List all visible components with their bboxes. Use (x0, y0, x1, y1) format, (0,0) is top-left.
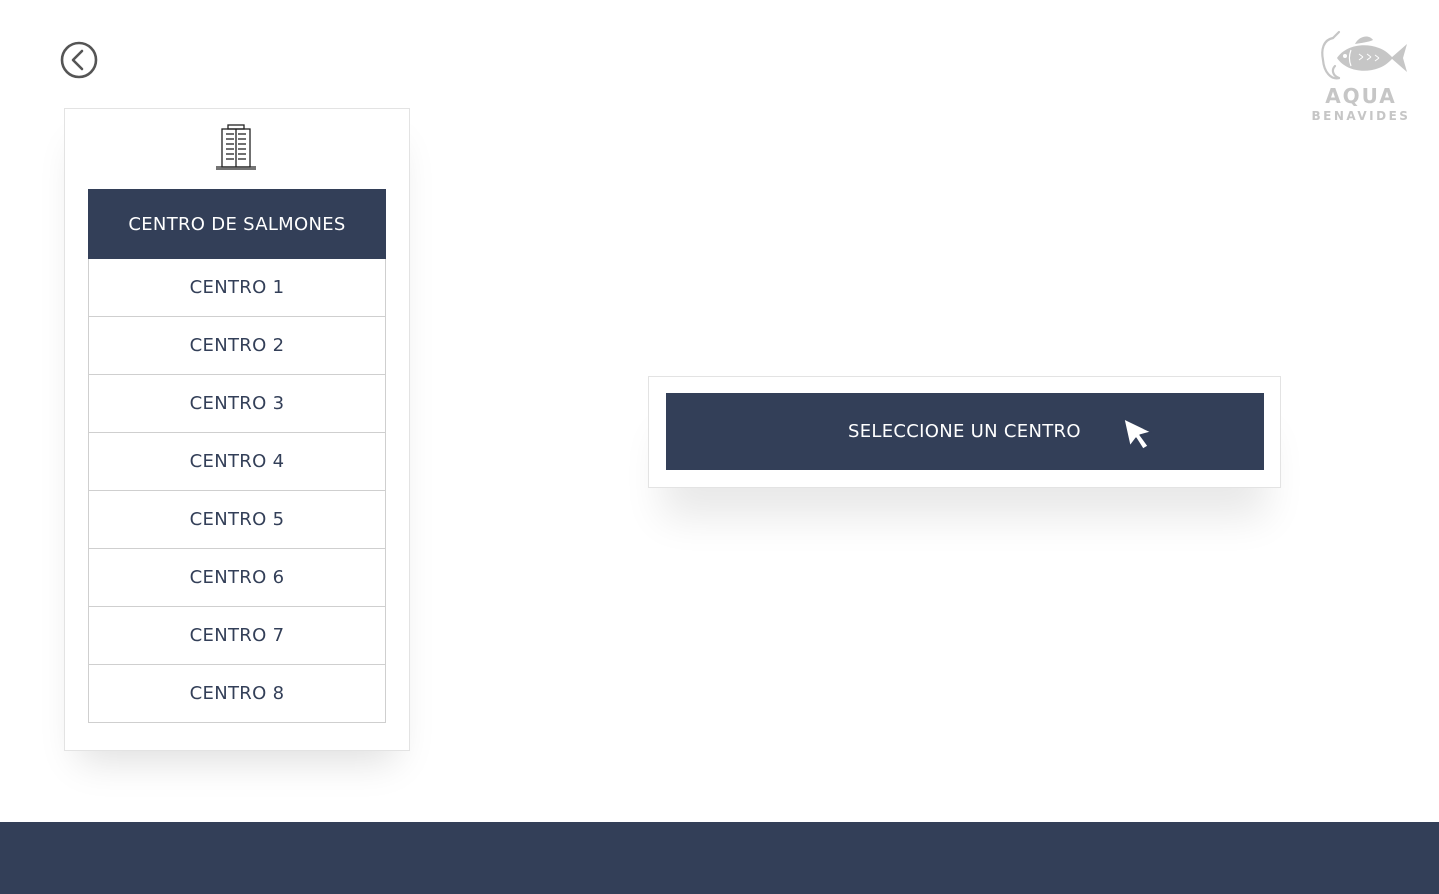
center-item-2[interactable]: CENTRO 2 (88, 317, 386, 375)
center-item-5[interactable]: CENTRO 5 (88, 491, 386, 549)
center-item-4[interactable]: CENTRO 4 (88, 433, 386, 491)
select-center-button[interactable]: SELECCIONE UN CENTRO (666, 393, 1264, 470)
select-center-card: SELECCIONE UN CENTRO (648, 376, 1281, 488)
fish-hook-icon (1321, 30, 1407, 80)
centers-list: CENTRO DE SALMONES CENTRO 1 CENTRO 2 CEN… (88, 189, 386, 723)
center-item-6[interactable]: CENTRO 6 (88, 549, 386, 607)
logo-name: AQUA (1325, 84, 1397, 108)
centers-panel: CENTRO DE SALMONES CENTRO 1 CENTRO 2 CEN… (64, 108, 410, 751)
mouse-pointer-icon (1121, 416, 1157, 452)
footer-bar (0, 822, 1439, 894)
brand-logo: AQUA BENAVIDES (1308, 28, 1414, 126)
center-item-3[interactable]: CENTRO 3 (88, 375, 386, 433)
back-button[interactable] (60, 41, 98, 79)
center-item-8[interactable]: CENTRO 8 (88, 665, 386, 723)
building-icon (212, 123, 260, 171)
centers-list-header: CENTRO DE SALMONES (88, 189, 386, 259)
select-center-label: SELECCIONE UN CENTRO (848, 421, 1081, 442)
logo-subtitle: BENAVIDES (1311, 109, 1411, 123)
center-item-7[interactable]: CENTRO 7 (88, 607, 386, 665)
circle-chevron-left-icon (60, 41, 98, 79)
center-item-1[interactable]: CENTRO 1 (88, 259, 386, 317)
